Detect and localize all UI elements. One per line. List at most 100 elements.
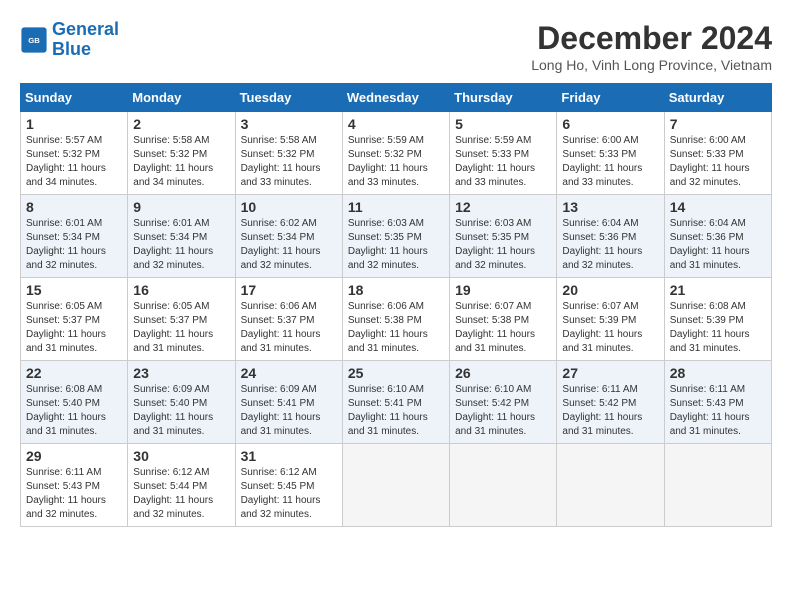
- day-info: Sunrise: 6:00 AMSunset: 5:33 PMDaylight:…: [562, 134, 658, 190]
- calendar-week-row: 15 Sunrise: 6:05 AMSunset: 5:37 PMDayligh…: [21, 278, 772, 361]
- day-number: 15: [26, 282, 122, 298]
- calendar-day-cell: 11Sunrise: 6:03 AMSunset: 5:35 PMDayligh…: [342, 195, 449, 278]
- day-number: 3: [241, 116, 337, 132]
- calendar-day-cell: 7 Sunrise: 6:00 AMSunset: 5:33 PMDaylight…: [664, 112, 771, 195]
- day-info: Sunrise: 6:09 AMSunset: 5:41 PMDaylight:…: [241, 383, 337, 439]
- day-number: 28: [670, 365, 766, 381]
- logo-line2: Blue: [52, 39, 91, 59]
- calendar-day-cell: 14 Sunrise: 6:04 AMSunset: 5:36 PMDayligh…: [664, 195, 771, 278]
- day-number: 21: [670, 282, 766, 298]
- day-info: Sunrise: 6:04 AMSunset: 5:36 PMDaylight:…: [562, 217, 658, 273]
- day-info: Sunrise: 6:07 AMSunset: 5:38 PMDaylight:…: [455, 300, 551, 356]
- day-info: Sunrise: 6:06 AMSunset: 5:37 PMDaylight:…: [241, 300, 337, 356]
- calendar-day-cell: 16Sunrise: 6:05 AMSunset: 5:37 PMDayligh…: [128, 278, 235, 361]
- month-title: December 2024: [531, 20, 772, 57]
- day-info: Sunrise: 5:59 AMSunset: 5:33 PMDaylight:…: [455, 134, 551, 190]
- svg-text:GB: GB: [28, 36, 40, 45]
- calendar-day-cell: 27Sunrise: 6:11 AMSunset: 5:42 PMDayligh…: [557, 361, 664, 444]
- day-number: 25: [348, 365, 444, 381]
- calendar-day-cell: 12 Sunrise: 6:03 AMSunset: 5:35 PMDayligh…: [450, 195, 557, 278]
- day-number: 19: [455, 282, 551, 298]
- day-number: 12: [455, 199, 551, 215]
- calendar-day-cell: 10Sunrise: 6:02 AMSunset: 5:34 PMDayligh…: [235, 195, 342, 278]
- day-number: 13: [562, 199, 658, 215]
- day-number: 11: [348, 199, 444, 215]
- day-number: 5: [455, 116, 551, 132]
- column-header-sunday: Sunday: [21, 84, 128, 112]
- logo-line1: General: [52, 19, 119, 39]
- day-info: Sunrise: 6:11 AMSunset: 5:43 PMDaylight:…: [670, 383, 766, 439]
- day-info: Sunrise: 6:10 AMSunset: 5:42 PMDaylight:…: [455, 383, 551, 439]
- day-info: Sunrise: 6:07 AMSunset: 5:39 PMDaylight:…: [562, 300, 658, 356]
- day-info: Sunrise: 6:05 AMSunset: 5:37 PMDaylight:…: [133, 300, 229, 356]
- day-number: 8: [26, 199, 122, 215]
- day-number: 7: [670, 116, 766, 132]
- day-info: Sunrise: 5:58 AMSunset: 5:32 PMDaylight:…: [241, 134, 337, 190]
- day-number: 23: [133, 365, 229, 381]
- calendar-day-cell: 17 Sunrise: 6:06 AMSunset: 5:37 PMDayligh…: [235, 278, 342, 361]
- day-info: Sunrise: 6:08 AMSunset: 5:40 PMDaylight:…: [26, 383, 122, 439]
- calendar-day-cell: 21 Sunrise: 6:08 AMSunset: 5:39 PMDayligh…: [664, 278, 771, 361]
- column-header-friday: Friday: [557, 84, 664, 112]
- column-header-tuesday: Tuesday: [235, 84, 342, 112]
- calendar-day-cell: [450, 444, 557, 527]
- column-header-thursday: Thursday: [450, 84, 557, 112]
- calendar-day-cell: 25 Sunrise: 6:10 AMSunset: 5:41 PMDayligh…: [342, 361, 449, 444]
- calendar-day-cell: 31Sunrise: 6:12 AMSunset: 5:45 PMDayligh…: [235, 444, 342, 527]
- day-info: Sunrise: 6:08 AMSunset: 5:39 PMDaylight:…: [670, 300, 766, 356]
- day-info: Sunrise: 6:12 AMSunset: 5:44 PMDaylight:…: [133, 466, 229, 522]
- day-info: Sunrise: 6:06 AMSunset: 5:38 PMDaylight:…: [348, 300, 444, 356]
- calendar-day-cell: 9 Sunrise: 6:01 AMSunset: 5:34 PMDaylight…: [128, 195, 235, 278]
- calendar-day-cell: 8 Sunrise: 6:01 AMSunset: 5:34 PMDaylight…: [21, 195, 128, 278]
- calendar-day-cell: 29Sunrise: 6:11 AMSunset: 5:43 PMDayligh…: [21, 444, 128, 527]
- calendar-day-cell: 22 Sunrise: 6:08 AMSunset: 5:40 PMDayligh…: [21, 361, 128, 444]
- calendar-day-cell: 13 Sunrise: 6:04 AMSunset: 5:36 PMDayligh…: [557, 195, 664, 278]
- day-number: 27: [562, 365, 658, 381]
- column-header-saturday: Saturday: [664, 84, 771, 112]
- calendar-day-cell: [557, 444, 664, 527]
- calendar-day-cell: 26 Sunrise: 6:10 AMSunset: 5:42 PMDayligh…: [450, 361, 557, 444]
- calendar-week-row: 1 Sunrise: 5:57 AMSunset: 5:32 PMDaylight…: [21, 112, 772, 195]
- calendar-day-cell: 20 Sunrise: 6:07 AMSunset: 5:39 PMDayligh…: [557, 278, 664, 361]
- day-info: Sunrise: 5:57 AMSunset: 5:32 PMDaylight:…: [26, 134, 122, 190]
- day-number: 22: [26, 365, 122, 381]
- logo-icon: GB: [20, 26, 48, 54]
- day-info: Sunrise: 6:04 AMSunset: 5:36 PMDaylight:…: [670, 217, 766, 273]
- title-area: December 2024 Long Ho, Vinh Long Provinc…: [531, 20, 772, 73]
- page-header: GB General Blue December 2024 Long Ho, V…: [20, 20, 772, 73]
- day-number: 10: [241, 199, 337, 215]
- calendar-day-cell: 4Sunrise: 5:59 AMSunset: 5:32 PMDaylight…: [342, 112, 449, 195]
- calendar-day-cell: 28 Sunrise: 6:11 AMSunset: 5:43 PMDayligh…: [664, 361, 771, 444]
- calendar-day-cell: 3 Sunrise: 5:58 AMSunset: 5:32 PMDaylight…: [235, 112, 342, 195]
- day-number: 9: [133, 199, 229, 215]
- day-number: 20: [562, 282, 658, 298]
- day-info: Sunrise: 6:11 AMSunset: 5:43 PMDaylight:…: [26, 466, 122, 522]
- day-number: 14: [670, 199, 766, 215]
- column-header-monday: Monday: [128, 84, 235, 112]
- calendar-day-cell: 2Sunrise: 5:58 AMSunset: 5:32 PMDaylight…: [128, 112, 235, 195]
- day-number: 17: [241, 282, 337, 298]
- day-info: Sunrise: 6:01 AMSunset: 5:34 PMDaylight:…: [133, 217, 229, 273]
- day-info: Sunrise: 6:03 AMSunset: 5:35 PMDaylight:…: [455, 217, 551, 273]
- calendar-week-row: 22 Sunrise: 6:08 AMSunset: 5:40 PMDayligh…: [21, 361, 772, 444]
- calendar-header-row: SundayMondayTuesdayWednesdayThursdayFrid…: [21, 84, 772, 112]
- column-header-wednesday: Wednesday: [342, 84, 449, 112]
- calendar-table: SundayMondayTuesdayWednesdayThursdayFrid…: [20, 83, 772, 527]
- calendar-week-row: 8 Sunrise: 6:01 AMSunset: 5:34 PMDaylight…: [21, 195, 772, 278]
- day-number: 18: [348, 282, 444, 298]
- logo: GB General Blue: [20, 20, 119, 60]
- day-info: Sunrise: 6:01 AMSunset: 5:34 PMDaylight:…: [26, 217, 122, 273]
- day-number: 26: [455, 365, 551, 381]
- calendar-day-cell: 23 Sunrise: 6:09 AMSunset: 5:40 PMDayligh…: [128, 361, 235, 444]
- day-info: Sunrise: 6:05 AMSunset: 5:37 PMDaylight:…: [26, 300, 122, 356]
- day-info: Sunrise: 6:09 AMSunset: 5:40 PMDaylight:…: [133, 383, 229, 439]
- day-info: Sunrise: 6:00 AMSunset: 5:33 PMDaylight:…: [670, 134, 766, 190]
- calendar-day-cell: 19 Sunrise: 6:07 AMSunset: 5:38 PMDayligh…: [450, 278, 557, 361]
- calendar-day-cell: 15 Sunrise: 6:05 AMSunset: 5:37 PMDayligh…: [21, 278, 128, 361]
- calendar-day-cell: 5 Sunrise: 5:59 AMSunset: 5:33 PMDaylight…: [450, 112, 557, 195]
- day-number: 1: [26, 116, 122, 132]
- location-title: Long Ho, Vinh Long Province, Vietnam: [531, 57, 772, 73]
- day-info: Sunrise: 5:59 AMSunset: 5:32 PMDaylight:…: [348, 134, 444, 190]
- day-info: Sunrise: 6:10 AMSunset: 5:41 PMDaylight:…: [348, 383, 444, 439]
- calendar-day-cell: [342, 444, 449, 527]
